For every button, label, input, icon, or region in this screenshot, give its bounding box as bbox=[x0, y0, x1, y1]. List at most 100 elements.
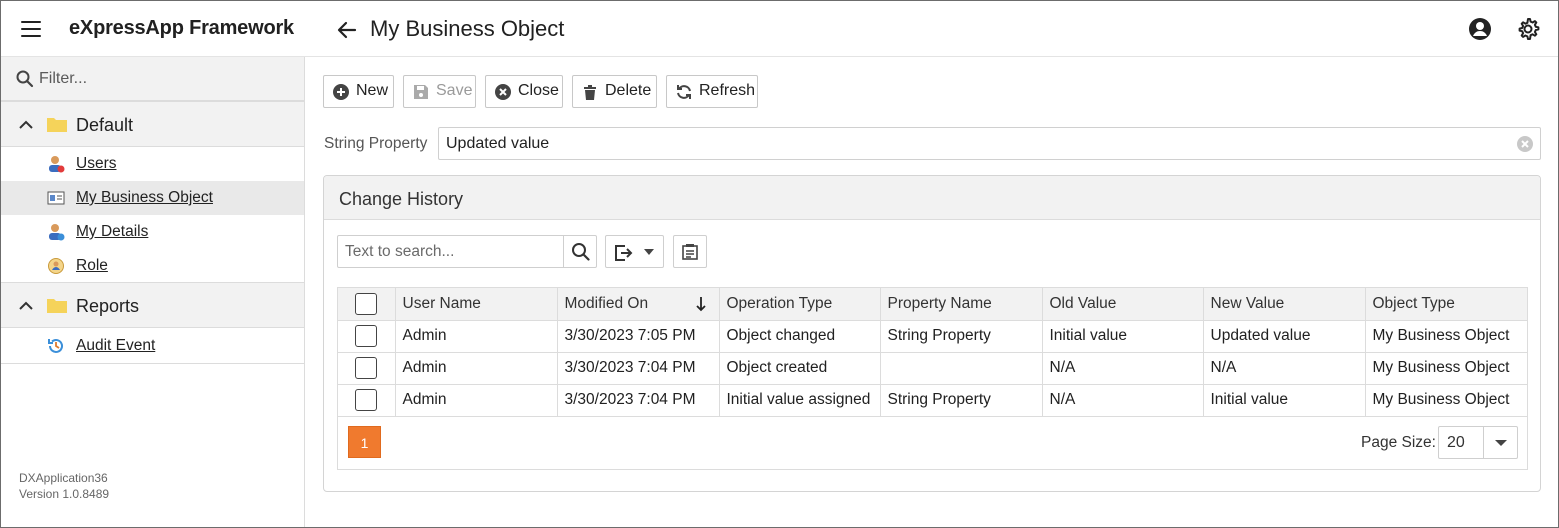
change-history-panel: Change History User Name bbox=[323, 175, 1541, 492]
plus-circle-icon bbox=[333, 84, 349, 100]
app-name: DXApplication36 bbox=[19, 471, 108, 485]
close-icon bbox=[495, 84, 511, 100]
page-title: My Business Object bbox=[370, 16, 565, 41]
page-button[interactable]: 1 bbox=[348, 426, 381, 458]
sidebar-item-role[interactable]: Role bbox=[1, 249, 304, 283]
delete-button[interactable]: Delete bbox=[572, 75, 657, 108]
cell-user-name: Admin bbox=[395, 320, 558, 353]
sidebar-item-my-details[interactable]: My Details bbox=[1, 215, 304, 249]
save-icon bbox=[414, 85, 428, 99]
sidebar-item-label: My Business Object bbox=[76, 189, 213, 206]
column-header-old-value[interactable]: Old Value bbox=[1042, 288, 1204, 321]
select-all-checkbox[interactable] bbox=[355, 292, 378, 315]
row-checkbox[interactable] bbox=[355, 389, 378, 411]
cell-old-value: N/A bbox=[1042, 352, 1204, 385]
column-chooser-button[interactable] bbox=[673, 235, 707, 268]
grid-search-input[interactable] bbox=[345, 242, 555, 262]
audit-icon bbox=[48, 338, 63, 353]
sidebar-item-my-business-object[interactable]: My Business Object bbox=[1, 181, 304, 215]
page-size-label: Page Size: bbox=[1361, 434, 1436, 451]
cell-object-type: My Business Object bbox=[1365, 320, 1527, 353]
search-button[interactable] bbox=[563, 236, 596, 267]
nav-group-default[interactable]: Default bbox=[1, 101, 304, 147]
column-header-operation-type[interactable]: Operation Type bbox=[719, 288, 881, 321]
cell-property-name bbox=[880, 352, 1043, 385]
cell-property-name: String Property bbox=[880, 384, 1043, 417]
cell-new-value: Initial value bbox=[1203, 384, 1366, 417]
sidebar-item-label: Audit Event bbox=[76, 337, 156, 354]
panel-title: Change History bbox=[339, 189, 464, 209]
string-property-value: Updated value bbox=[446, 135, 550, 152]
chevron-up-icon bbox=[19, 301, 33, 310]
pager: 1 Page Size: 20 bbox=[338, 416, 1527, 469]
chevron-down-icon bbox=[644, 249, 654, 255]
sidebar-item-label: Users bbox=[76, 155, 117, 172]
string-property-input[interactable]: Updated value bbox=[438, 127, 1541, 160]
column-header-new-value[interactable]: New Value bbox=[1203, 288, 1366, 321]
filter-input[interactable] bbox=[39, 67, 289, 91]
cell-user-name: Admin bbox=[395, 352, 558, 385]
page-size-value: 20 bbox=[1447, 434, 1465, 451]
cell-modified-on: 3/30/2023 7:05 PM bbox=[557, 320, 720, 353]
user-icon bbox=[49, 156, 65, 173]
business-object-icon bbox=[47, 191, 65, 205]
cell-modified-on: 3/30/2023 7:04 PM bbox=[557, 352, 720, 385]
sidebar-item-users[interactable]: Users bbox=[1, 147, 304, 181]
cell-modified-on: 3/30/2023 7:04 PM bbox=[557, 384, 720, 417]
cell-old-value: Initial value bbox=[1042, 320, 1204, 353]
cell-new-value: Updated value bbox=[1203, 320, 1366, 353]
cell-operation-type: Object changed bbox=[719, 320, 881, 353]
main-content: New Save Close Delete Refresh String Pro… bbox=[306, 57, 1558, 527]
refresh-button[interactable]: Refresh bbox=[666, 75, 758, 108]
chevron-up-icon bbox=[19, 120, 33, 129]
nav-group-reports[interactable]: Reports bbox=[1, 282, 304, 328]
column-header-label: Modified On bbox=[564, 294, 649, 312]
grid-header-row: User Name Modified On Operation Type Pro… bbox=[338, 288, 1527, 321]
cell-object-type: My Business Object bbox=[1365, 384, 1527, 417]
folder-icon bbox=[47, 299, 67, 313]
role-icon bbox=[48, 258, 64, 274]
account-icon[interactable] bbox=[1467, 16, 1493, 42]
nav-group-label: Default bbox=[76, 115, 134, 135]
sort-descending-icon bbox=[695, 297, 706, 312]
column-header-property-name[interactable]: Property Name bbox=[880, 288, 1043, 321]
table-row[interactable]: Admin 3/30/2023 7:05 PM Object changed S… bbox=[338, 320, 1527, 353]
back-arrow-icon[interactable] bbox=[333, 16, 361, 44]
table-row[interactable]: Admin 3/30/2023 7:04 PM Object created N… bbox=[338, 352, 1527, 385]
trash-icon bbox=[584, 85, 596, 100]
export-icon bbox=[615, 245, 633, 261]
clear-icon[interactable] bbox=[1516, 135, 1534, 153]
cell-object-type: My Business Object bbox=[1365, 352, 1527, 385]
cell-property-name: String Property bbox=[880, 320, 1043, 353]
cell-new-value: N/A bbox=[1203, 352, 1366, 385]
new-button[interactable]: New bbox=[323, 75, 394, 108]
sidebar-item-audit-event[interactable]: Audit Event bbox=[1, 329, 304, 364]
app-version: Version 1.0.8489 bbox=[19, 487, 110, 501]
change-history-grid: User Name Modified On Operation Type Pro… bbox=[337, 287, 1528, 470]
save-button[interactable]: Save bbox=[403, 75, 476, 108]
select-all-cell bbox=[338, 288, 396, 321]
menu-icon[interactable] bbox=[17, 15, 45, 43]
search-icon bbox=[16, 70, 34, 88]
chevron-down-icon[interactable] bbox=[1483, 427, 1517, 458]
sidebar-item-label: Role bbox=[76, 257, 108, 274]
column-header-object-type[interactable]: Object Type bbox=[1365, 288, 1527, 321]
row-checkbox[interactable] bbox=[355, 357, 378, 379]
grid-search-box bbox=[337, 235, 597, 268]
close-button[interactable]: Close bbox=[485, 75, 563, 108]
row-checkbox[interactable] bbox=[355, 325, 378, 347]
cell-operation-type: Initial value assigned bbox=[719, 384, 881, 417]
column-chooser-icon bbox=[682, 244, 698, 260]
top-bar: eXpressApp Framework My Business Object bbox=[1, 1, 1558, 57]
cell-user-name: Admin bbox=[395, 384, 558, 417]
column-header-user-name[interactable]: User Name bbox=[395, 288, 558, 321]
export-button[interactable] bbox=[605, 235, 664, 268]
sidebar: Default Users My Business Object My Deta… bbox=[1, 57, 305, 527]
column-header-modified-on[interactable]: Modified On bbox=[557, 288, 720, 321]
folder-icon bbox=[47, 118, 67, 132]
page-size-select[interactable]: 20 bbox=[1438, 426, 1518, 459]
panel-header: Change History bbox=[324, 176, 1540, 220]
sidebar-item-label: My Details bbox=[76, 223, 149, 240]
table-row[interactable]: Admin 3/30/2023 7:04 PM Initial value as… bbox=[338, 384, 1527, 417]
gear-icon[interactable] bbox=[1515, 16, 1541, 42]
